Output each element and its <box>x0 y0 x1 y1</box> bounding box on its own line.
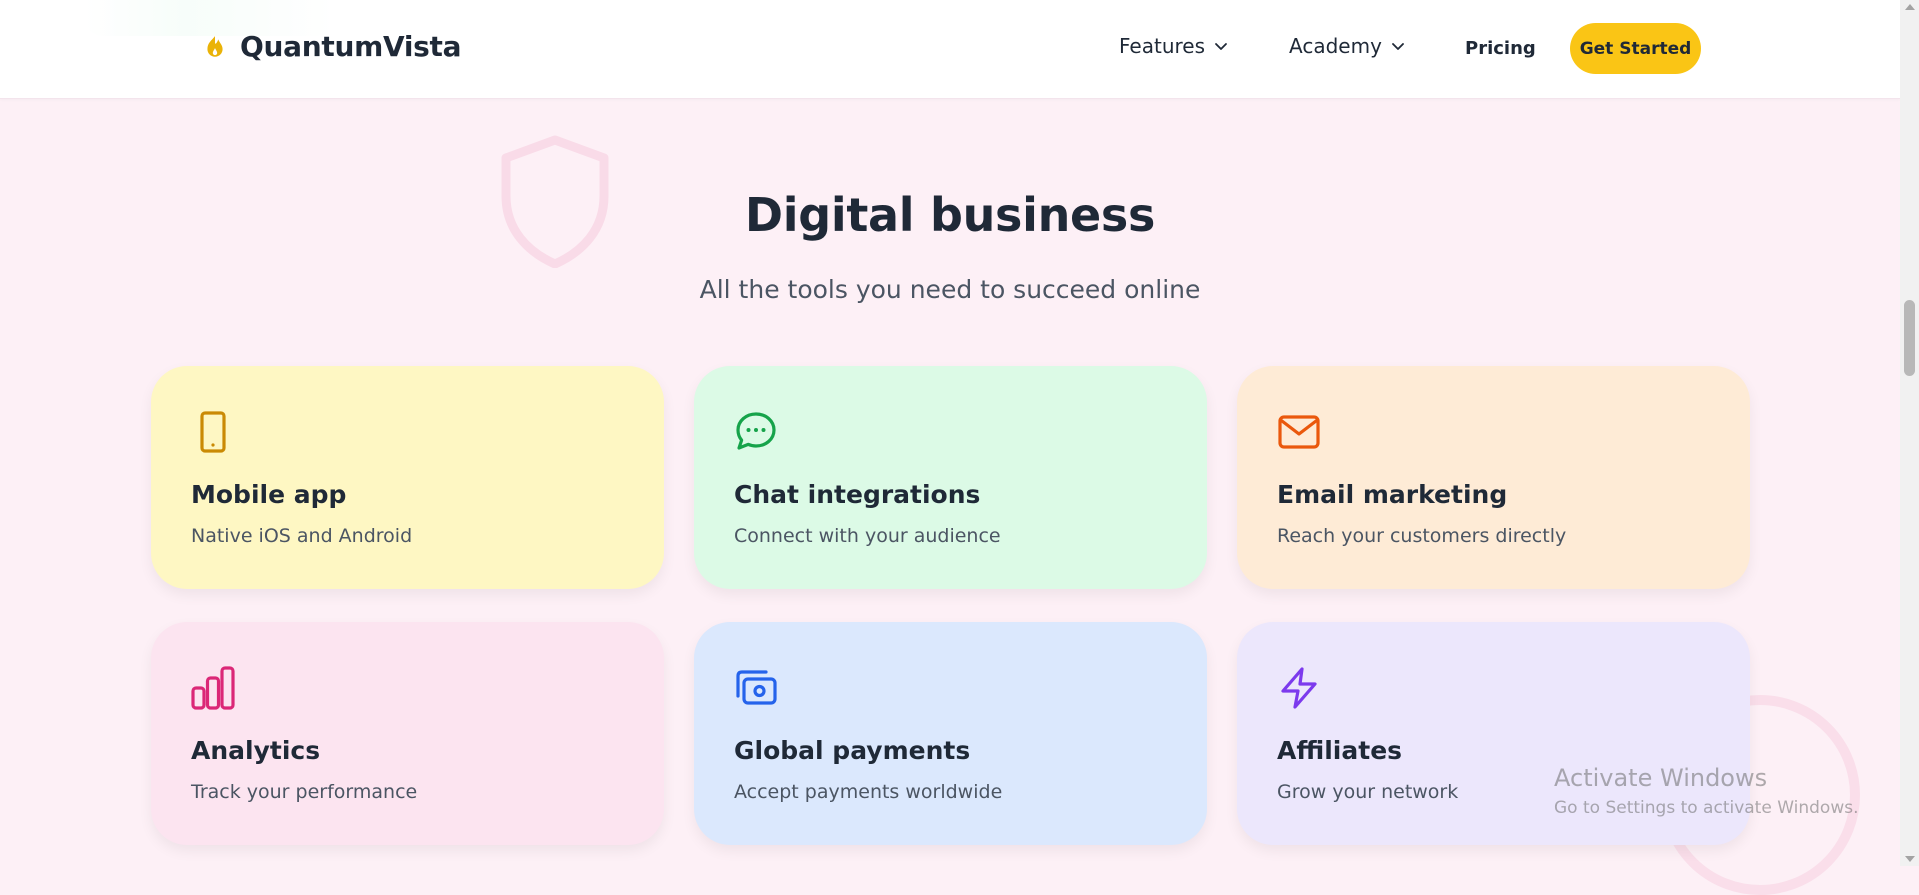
chat-bubble-icon <box>736 412 776 450</box>
card-description: Native iOS and Android <box>191 525 413 547</box>
feature-card-analytics[interactable]: Analytics Track your performance <box>151 622 664 845</box>
feature-card-mobile-app[interactable]: Mobile app Native iOS and Android <box>151 366 664 589</box>
watermark-subtitle: Go to Settings to activate Windows. <box>1554 798 1859 818</box>
nav-features-dropdown[interactable]: Features <box>1119 34 1228 58</box>
nav-pricing-link[interactable]: Pricing <box>1465 38 1536 59</box>
bar-chart-icon <box>191 666 235 710</box>
page-scrollbar[interactable] <box>1900 0 1919 866</box>
feature-card-global-payments[interactable]: Global payments Accept payments worldwid… <box>694 622 1207 845</box>
card-title: Email marketing <box>1277 480 1508 509</box>
nav-pricing-label: Pricing <box>1465 38 1536 59</box>
card-description: Reach your customers directly <box>1277 525 1567 547</box>
section-title: Digital business <box>744 188 1156 242</box>
windows-activation-watermark: Activate Windows Go to Settings to activ… <box>1554 764 1859 818</box>
chevron-down-icon <box>1392 43 1404 50</box>
watermark-title: Activate Windows <box>1554 764 1768 792</box>
flame-icon <box>207 35 223 57</box>
card-description: Accept payments worldwide <box>734 781 1003 803</box>
chevron-down-icon <box>1215 43 1227 50</box>
card-description: Grow your network <box>1277 781 1459 803</box>
get-started-button[interactable]: Get Started <box>1570 23 1701 74</box>
lightning-icon <box>1281 667 1317 709</box>
section-subtitle: All the tools you need to succeed online <box>699 275 1201 304</box>
card-title: Affiliates <box>1277 736 1403 765</box>
site-header: QuantumVista Features Academy Pricing Ge… <box>0 0 1900 99</box>
card-title: Chat integrations <box>734 480 981 509</box>
brand-logo[interactable]: QuantumVista <box>202 30 461 63</box>
nav-features-label: Features <box>1119 34 1205 58</box>
card-title: Global payments <box>734 736 971 765</box>
smartphone-icon <box>200 411 226 453</box>
feature-card-chat-integrations[interactable]: Chat integrations Connect with your audi… <box>694 366 1207 589</box>
scrollbar-thumb[interactable] <box>1904 300 1915 376</box>
money-icon <box>736 670 777 705</box>
brand-name: QuantumVista <box>240 30 462 63</box>
card-description: Track your performance <box>191 781 418 803</box>
scroll-down-arrow-icon[interactable] <box>1905 856 1915 862</box>
feature-card-email-marketing[interactable]: Email marketing Reach your customers dir… <box>1237 366 1750 589</box>
nav-academy-label: Academy <box>1289 34 1382 58</box>
card-title: Mobile app <box>191 480 347 509</box>
card-description: Connect with your audience <box>734 525 1001 547</box>
card-title: Analytics <box>191 736 321 765</box>
nav-academy-dropdown[interactable]: Academy <box>1289 34 1405 58</box>
mail-icon <box>1278 415 1320 449</box>
scroll-up-arrow-icon[interactable] <box>1905 4 1915 10</box>
